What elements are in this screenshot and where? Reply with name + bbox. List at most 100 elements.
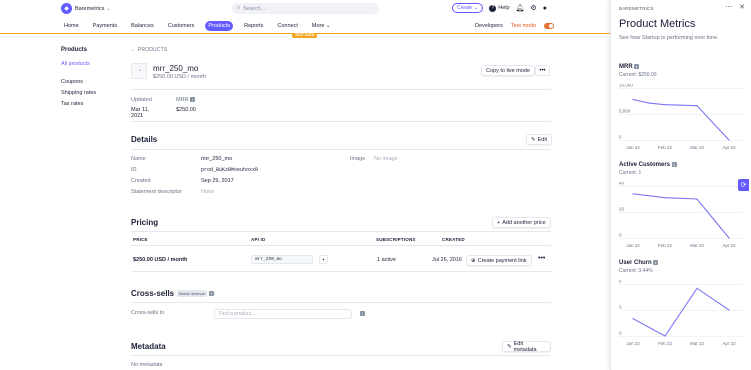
sidebar-item-coupons[interactable]: Coupons bbox=[61, 77, 121, 88]
back-to-products-link[interactable]: ← PRODUCTS bbox=[131, 47, 551, 53]
data-point[interactable] bbox=[680, 104, 682, 106]
help-button[interactable]: ? Help bbox=[489, 4, 510, 12]
x-tick-label: Jan 22 bbox=[626, 145, 640, 150]
gear-icon[interactable]: ⚙ bbox=[530, 4, 536, 12]
data-point[interactable] bbox=[728, 139, 730, 141]
test-data-badge: TEST DATA bbox=[292, 33, 318, 38]
pricing-title: Pricing bbox=[131, 218, 159, 227]
nav-balances[interactable]: Balances bbox=[128, 21, 157, 31]
data-point[interactable] bbox=[728, 309, 730, 311]
updated-label: Updated bbox=[131, 97, 152, 103]
info-icon[interactable]: i bbox=[671, 162, 677, 167]
add-price-label: Add another price bbox=[502, 219, 546, 226]
data-point[interactable] bbox=[632, 193, 634, 195]
chevron-down-icon[interactable]: ⌄ bbox=[106, 6, 110, 12]
data-point[interactable] bbox=[712, 122, 714, 124]
mrr-label: MRR bbox=[176, 97, 189, 103]
metric-name: User Churn bbox=[619, 260, 652, 267]
baremetrics-widget-icon[interactable]: ⟳ bbox=[738, 179, 749, 191]
y-tick-label: 40 bbox=[619, 182, 625, 186]
price-cell[interactable]: $250.00 USD / month bbox=[133, 257, 187, 263]
bell-icon[interactable]: 🔔︎ bbox=[516, 4, 525, 12]
data-point[interactable] bbox=[664, 104, 666, 106]
nav-payments[interactable]: Payments bbox=[90, 21, 120, 31]
api-id-field[interactable]: mrr_250_mo bbox=[251, 255, 313, 264]
metadata-empty: No metadata bbox=[131, 362, 163, 368]
close-icon[interactable]: ✕ bbox=[739, 3, 745, 11]
add-another-price-button[interactable]: + Add another price bbox=[492, 217, 551, 228]
product-header: ◔ mrr_250_mo $250.00 USD / month Copy to… bbox=[131, 63, 551, 83]
panel-controls: ⋯ ✕ bbox=[725, 3, 745, 11]
data-point[interactable] bbox=[664, 197, 666, 199]
y-tick-label: 10,000 bbox=[619, 84, 633, 88]
data-point[interactable] bbox=[728, 237, 730, 239]
data-point[interactable] bbox=[696, 198, 698, 200]
search-placeholder: Search... bbox=[243, 5, 266, 12]
sidebar-item-tax-rates[interactable]: Tax rates bbox=[61, 99, 121, 110]
y-tick-label: 0 bbox=[619, 331, 622, 336]
metric-current: Current: $250.00 bbox=[619, 72, 657, 79]
find-product-input[interactable]: Find a product... bbox=[214, 309, 352, 319]
y-tick-label: 0 bbox=[619, 233, 622, 238]
test-mode-label: Test mode bbox=[510, 23, 537, 29]
copy-to-live-mode-button[interactable]: Copy to live mode bbox=[481, 65, 536, 76]
nav-developers[interactable]: Developers bbox=[475, 23, 503, 29]
info-icon[interactable]: i bbox=[634, 64, 640, 69]
test-mode-toggle[interactable] bbox=[544, 23, 555, 29]
y-tick-label: 6 bbox=[619, 280, 622, 284]
subscriptions-cell: 1 active bbox=[377, 257, 396, 263]
divider bbox=[131, 245, 551, 246]
sidebar-item-all-products[interactable]: All products bbox=[61, 59, 121, 70]
col-header-created: CREATED bbox=[442, 237, 465, 242]
nav-customers[interactable]: Customers bbox=[165, 21, 198, 31]
product-image-placeholder-icon: ◔ bbox=[131, 63, 147, 79]
nav-reports[interactable]: Reports bbox=[241, 21, 266, 31]
info-icon[interactable]: i bbox=[190, 97, 196, 103]
create-button[interactable]: Create ⌄ bbox=[452, 3, 484, 13]
user-icon[interactable]: ● bbox=[543, 5, 547, 12]
x-tick-label: Feb 22 bbox=[658, 341, 673, 346]
pencil-icon: ✎ bbox=[507, 343, 512, 350]
x-tick-label: Apr 22 bbox=[722, 341, 736, 346]
active-customers-chart: 40 20 0 Jan 22 Feb 22 Mar 22 Apr 22 bbox=[619, 182, 743, 248]
divider bbox=[131, 355, 551, 356]
y-tick-label: 0 bbox=[619, 135, 622, 140]
search-icon: ⌕ bbox=[237, 5, 241, 11]
data-point[interactable] bbox=[696, 287, 698, 289]
image-value: No image bbox=[374, 156, 398, 162]
search-input[interactable]: ⌕ Search... bbox=[232, 3, 379, 14]
info-icon[interactable]: i bbox=[653, 260, 659, 265]
row-more-icon[interactable]: ••• bbox=[538, 255, 545, 262]
brand-logo-icon[interactable]: ◆ bbox=[61, 3, 72, 14]
product-detail: ← PRODUCTS ◔ mrr_250_mo $250.00 USD / mo… bbox=[131, 47, 553, 368]
image-label: Image bbox=[350, 156, 366, 162]
nav-more[interactable]: More ⌄ bbox=[309, 21, 334, 31]
info-icon[interactable]: i bbox=[209, 291, 215, 297]
edit-details-button[interactable]: ✎ Edit bbox=[526, 134, 553, 145]
edit-metadata-button[interactable]: ✎ Edit metadata bbox=[502, 341, 551, 353]
created-cell: Jul 26, 2016 bbox=[432, 257, 462, 263]
sidebar-item-shipping-rates[interactable]: Shipping rates bbox=[61, 88, 121, 99]
panel-title: Product Metrics bbox=[619, 18, 696, 30]
updated-value: Mar 11, 2021 bbox=[131, 107, 150, 119]
nav-right: Developers Test mode bbox=[475, 19, 555, 33]
copy-icon[interactable]: ▪ bbox=[319, 255, 328, 264]
nav-home[interactable]: Home bbox=[61, 21, 82, 31]
data-point[interactable] bbox=[696, 105, 698, 107]
data-point[interactable] bbox=[648, 102, 650, 104]
data-point[interactable] bbox=[632, 318, 634, 320]
nav-products[interactable]: Products bbox=[205, 21, 234, 31]
info-icon[interactable]: i bbox=[358, 309, 367, 318]
more-options-button[interactable]: ••• bbox=[535, 65, 550, 76]
data-point[interactable] bbox=[632, 98, 634, 101]
top-actions: Create ⌄ ? Help 🔔︎ ⚙ ● bbox=[452, 3, 547, 13]
cross-sells-to-label: Cross-sells to bbox=[131, 310, 165, 316]
metadata-title: Metadata bbox=[131, 342, 166, 351]
help-icon: ? bbox=[489, 4, 497, 12]
nav-connect[interactable]: Connect bbox=[274, 21, 301, 31]
create-payment-link-button[interactable]: ⊕ Create payment link bbox=[466, 255, 532, 266]
brand-name[interactable]: Baremetrics bbox=[75, 6, 104, 12]
detail-value[interactable]: prod_BUKzBMoeuhoxzR bbox=[201, 167, 258, 173]
more-options-icon[interactable]: ⋯ bbox=[725, 3, 732, 11]
data-point[interactable] bbox=[664, 335, 666, 337]
